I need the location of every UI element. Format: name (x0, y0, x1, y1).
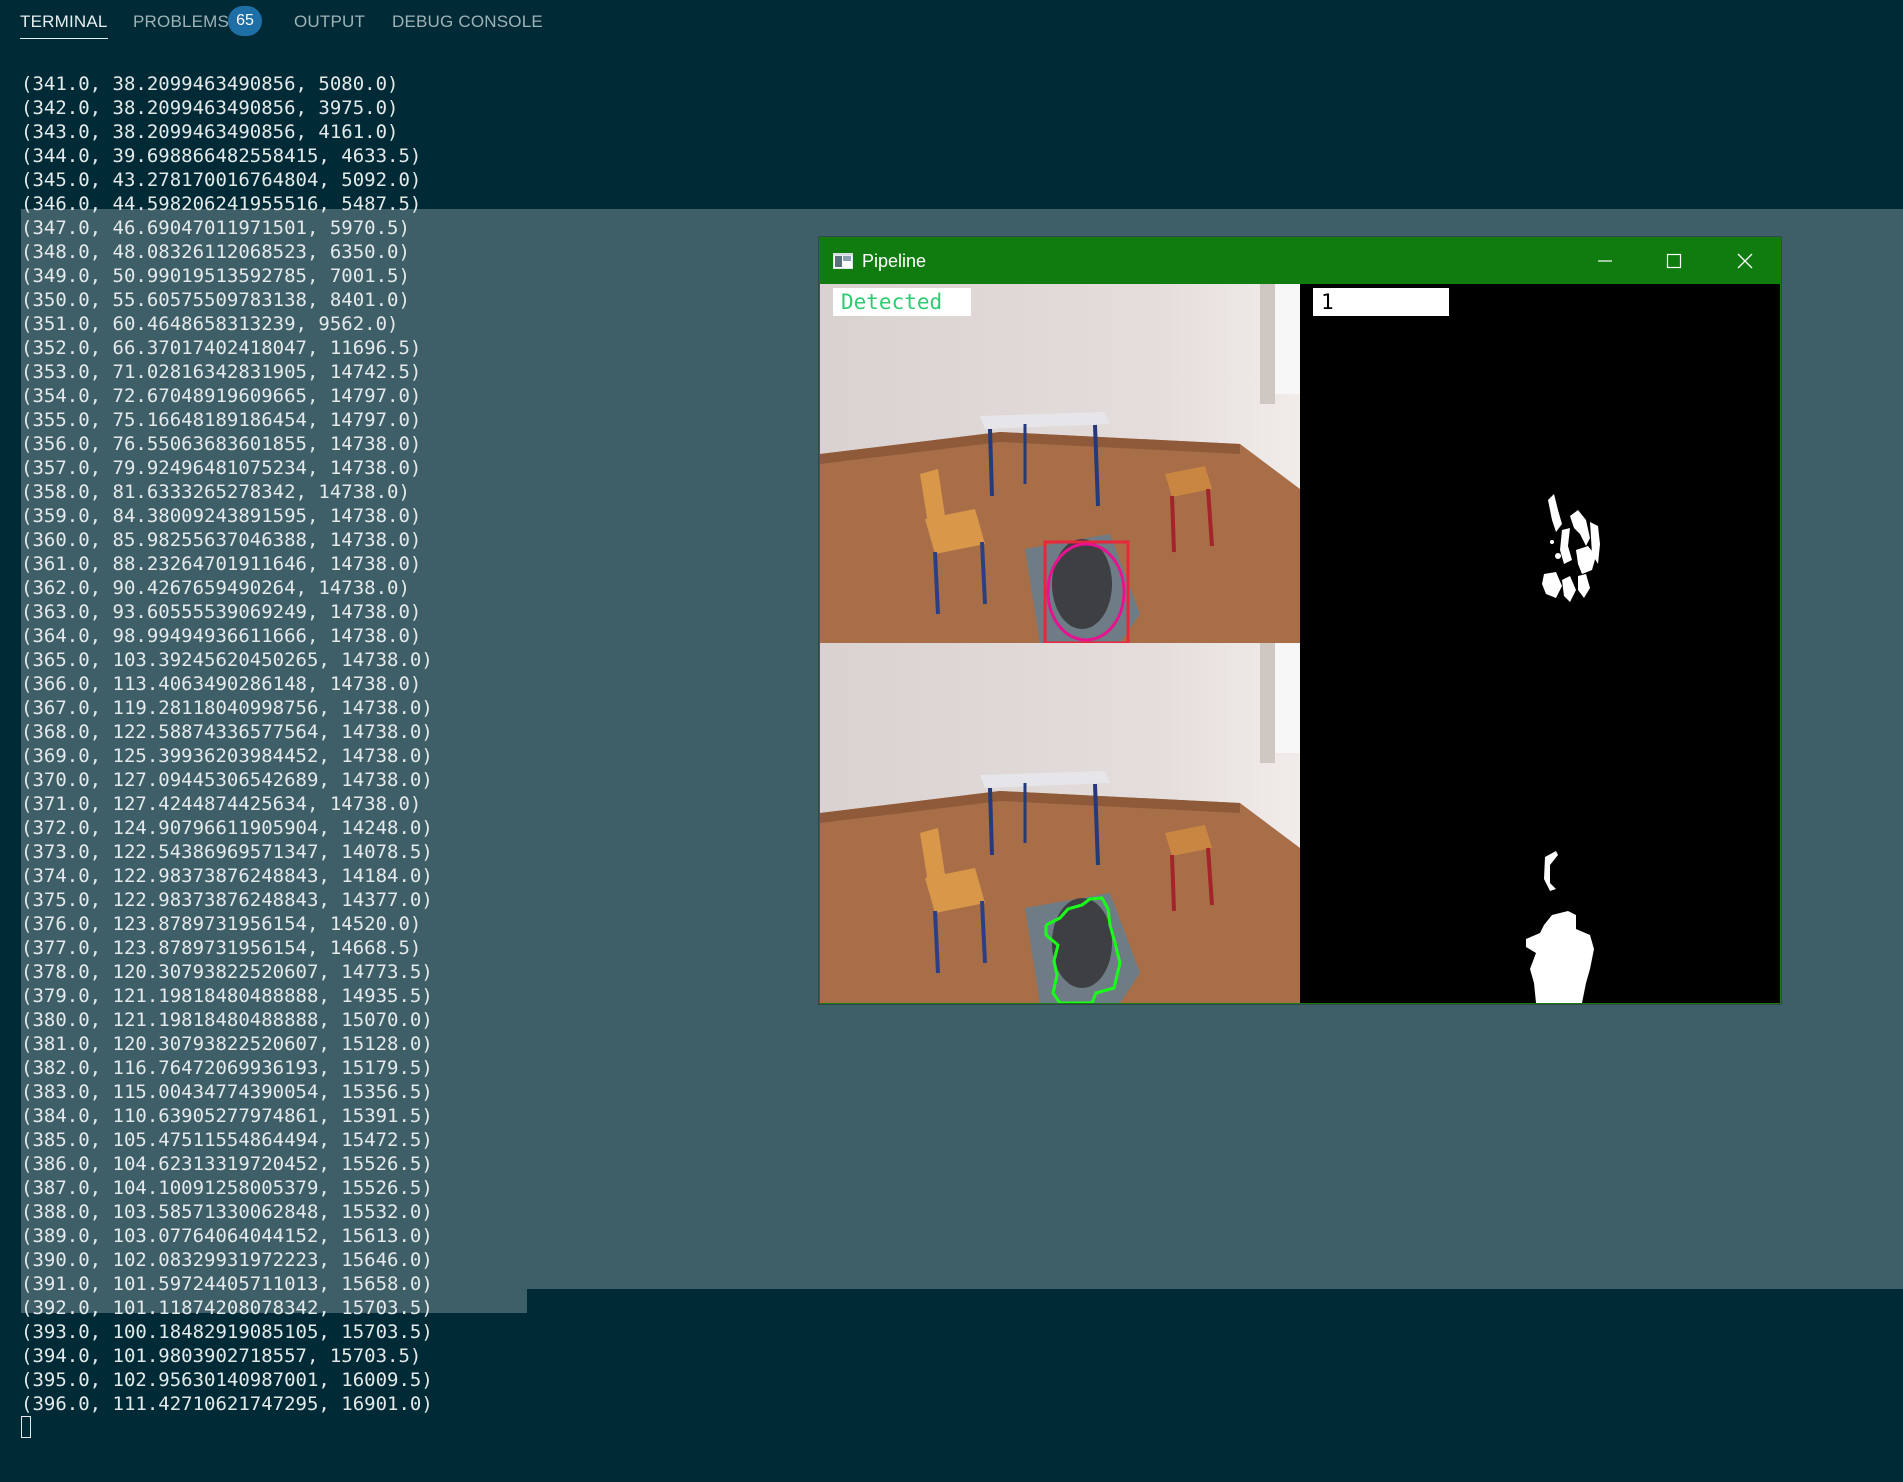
terminal-line: (370.0, 127.09445306542689, 14738.0) (21, 769, 433, 791)
foreground-mask-image (1542, 494, 1600, 602)
count-label: 1 (1313, 288, 1449, 316)
tab-debug-console[interactable]: DEBUG CONSOLE (392, 10, 543, 34)
pipeline-window[interactable]: Pipeline Detected 1 (819, 237, 1781, 1004)
terminal-line: (385.0, 105.47511554864494, 15472.5) (21, 1129, 433, 1151)
terminal-line: (355.0, 75.16648189186454, 14797.0) (21, 409, 422, 431)
terminal-line: (374.0, 122.98373876248843, 14184.0) (21, 865, 433, 887)
terminal-line: (345.0, 43.278170016764804, 5092.0) (21, 169, 422, 191)
terminal-line: (349.0, 50.99019513592785, 7001.5) (21, 265, 410, 287)
window-title: Pipeline (862, 251, 927, 271)
terminal-line: (365.0, 103.39245620450265, 14738.0) (21, 649, 433, 671)
terminal-line: (383.0, 115.00434774390054, 15356.5) (21, 1081, 433, 1103)
terminal-line: (357.0, 79.92496481075234, 14738.0) (21, 457, 422, 479)
terminal-line: (377.0, 123.8789731956154, 14668.5) (21, 937, 422, 959)
terminal-line: (364.0, 98.99494936611666, 14738.0) (21, 625, 422, 647)
terminal-line: (388.0, 103.58571330062848, 15532.0) (21, 1201, 433, 1223)
terminal-line: (362.0, 90.4267659490264, 14738.0) (21, 577, 410, 599)
contour-mask-view (1300, 643, 1780, 1003)
camera-frame-detection: Detected (820, 284, 1300, 643)
terminal-line: (387.0, 104.10091258005379, 15526.5) (21, 1177, 433, 1199)
contour-mask-image (1526, 851, 1594, 1003)
terminal-line: (344.0, 39.698866482558415, 4633.5) (21, 145, 422, 167)
terminal-line: (394.0, 101.9803902718557, 15703.5) (21, 1345, 422, 1367)
terminal-line: (358.0, 81.6333265278342, 14738.0) (21, 481, 410, 503)
terminal-line: (391.0, 101.59724405711013, 15658.0) (21, 1273, 433, 1295)
terminal-output: (341.0, 38.2099463490856, 5080.0) (342.0,… (21, 72, 433, 1416)
tab-output[interactable]: OUTPUT (294, 10, 365, 34)
maximize-icon (1666, 253, 1682, 269)
camera-frame-contour (820, 643, 1300, 1003)
detected-label: Detected (833, 288, 971, 316)
terminal-line: (350.0, 55.60575509783138, 8401.0) (21, 289, 410, 311)
close-icon (1737, 253, 1753, 269)
terminal-line: (360.0, 85.98255637046388, 14738.0) (21, 529, 422, 551)
terminal-line: (356.0, 76.55063683601855, 14738.0) (21, 433, 422, 455)
terminal-line: (389.0, 103.07764064044152, 15613.0) (21, 1225, 433, 1247)
tab-terminal[interactable]: TERMINAL (20, 10, 108, 39)
terminal-line: (368.0, 122.58874336577564, 14738.0) (21, 721, 433, 743)
window-titlebar[interactable]: Pipeline (820, 238, 1780, 284)
terminal-line: (346.0, 44.598206241955516, 5487.5) (21, 193, 422, 215)
terminal-line: (382.0, 116.76472069936193, 15179.5) (21, 1057, 433, 1079)
terminal-line: (396.0, 111.42710621747295, 16901.0) (21, 1393, 433, 1415)
terminal-line: (373.0, 122.54386969571347, 14078.5) (21, 841, 433, 863)
terminal-cursor (21, 1416, 31, 1438)
minimize-icon (1598, 260, 1612, 262)
terminal-line: (367.0, 119.28118040998756, 14738.0) (21, 697, 433, 719)
terminal-line: (393.0, 100.18482919085105, 15703.5) (21, 1321, 433, 1343)
panel-tab-bar: TERMINAL PROBLEMS 65 OUTPUT DEBUG CONSOL… (0, 0, 1903, 44)
close-button[interactable] (1710, 238, 1780, 284)
terminal-line: (341.0, 38.2099463490856, 5080.0) (21, 73, 399, 95)
terminal-line: (348.0, 48.08326112068523, 6350.0) (21, 241, 410, 263)
foreground-mask-view: 1 (1300, 284, 1780, 643)
terminal-line: (352.0, 66.37017402418047, 11696.5) (21, 337, 422, 359)
app-icon (833, 253, 853, 269)
terminal-line: (343.0, 38.2099463490856, 4161.0) (21, 121, 399, 143)
terminal-line: (378.0, 120.30793822520607, 14773.5) (21, 961, 433, 983)
terminal-line: (359.0, 84.38009243891595, 14738.0) (21, 505, 422, 527)
terminal-line: (353.0, 71.02816342831905, 14742.5) (21, 361, 422, 383)
terminal-line: (392.0, 101.11874208078342, 15703.5) (21, 1297, 433, 1319)
terminal-line: (372.0, 124.90796611905904, 14248.0) (21, 817, 433, 839)
room-scene-contour-image (820, 643, 1300, 1003)
window-client-area: Detected 1 (820, 284, 1780, 1003)
terminal-line: (375.0, 122.98373876248843, 14377.0) (21, 889, 433, 911)
terminal-line: (347.0, 46.69047011971501, 5970.5) (21, 217, 410, 239)
terminal-line: (384.0, 110.63905277974861, 15391.5) (21, 1105, 433, 1127)
tab-problems[interactable]: PROBLEMS (133, 10, 229, 34)
terminal-line: (380.0, 121.19818480488888, 15070.0) (21, 1009, 433, 1031)
terminal-line: (381.0, 120.30793822520607, 15128.0) (21, 1033, 433, 1055)
terminal-line: (390.0, 102.08329931972223, 15646.0) (21, 1249, 433, 1271)
room-scene-image (820, 284, 1300, 643)
terminal-line: (371.0, 127.4244874425634, 14738.0) (21, 793, 422, 815)
terminal-line: (376.0, 123.8789731956154, 14520.0) (21, 913, 422, 935)
maximize-button[interactable] (1639, 238, 1709, 284)
terminal-line: (395.0, 102.95630140987001, 16009.5) (21, 1369, 433, 1391)
terminal-line: (366.0, 113.4063490286148, 14738.0) (21, 673, 422, 695)
terminal-line: (351.0, 60.4648658313239, 9562.0) (21, 313, 399, 335)
terminal-line: (386.0, 104.62313319720452, 15526.5) (21, 1153, 433, 1175)
minimize-button[interactable] (1570, 238, 1640, 284)
terminal-line: (379.0, 121.19818480488888, 14935.5) (21, 985, 433, 1007)
problems-count-badge: 65 (228, 6, 262, 36)
terminal-line: (361.0, 88.23264701911646, 14738.0) (21, 553, 422, 575)
terminal-line: (354.0, 72.67048919609665, 14797.0) (21, 385, 422, 407)
terminal-line: (342.0, 38.2099463490856, 3975.0) (21, 97, 399, 119)
terminal-line: (363.0, 93.60555539069249, 14738.0) (21, 601, 422, 623)
terminal-line: (369.0, 125.39936203984452, 14738.0) (21, 745, 433, 767)
